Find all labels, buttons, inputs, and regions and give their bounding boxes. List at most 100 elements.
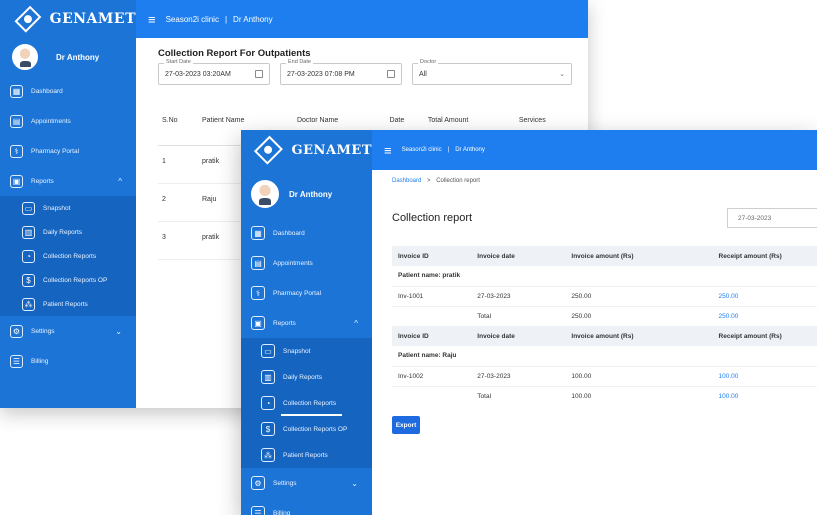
brand-name: GENAMET bbox=[291, 142, 372, 158]
sidebar-item-label: Daily Reports bbox=[43, 228, 83, 236]
sidebar-item-daily-reports[interactable]: ▥ Daily Reports bbox=[0, 220, 136, 244]
column-header: Invoice amount (Rs) bbox=[565, 246, 713, 266]
pharmacy-icon: ⚕ bbox=[251, 286, 265, 300]
total-row: Total 250.00 250.00 bbox=[392, 305, 817, 326]
sidebar-item-appointments[interactable]: ▤ Appointments bbox=[241, 248, 372, 278]
sidebar-item-reports[interactable]: ▣ Reports ^ bbox=[241, 308, 372, 338]
reports-icon: ▣ bbox=[251, 316, 265, 330]
genamet-logo-icon bbox=[253, 135, 283, 165]
menu-icon[interactable]: ≡ bbox=[384, 143, 392, 158]
top-bar: ≡ Season2i clinic | Dr Anthony bbox=[136, 0, 588, 38]
sidebar-item-pharmacy[interactable]: ⚕ Pharmacy Portal bbox=[241, 278, 372, 308]
app-screenshot: GENAMET ≡ Season2i clinic | Dr Anthony D… bbox=[0, 0, 817, 515]
sidebar-item-collection-reports-op[interactable]: $ Collection Reports OP bbox=[241, 416, 372, 442]
sidebar-item-label: Dashboard bbox=[31, 87, 63, 95]
avatar bbox=[12, 44, 38, 70]
receipt-amount-link[interactable]: 100.00 bbox=[712, 365, 817, 386]
sidebar-item-reports[interactable]: ▣ Reports ^ bbox=[0, 166, 136, 196]
receipt-amount-link[interactable]: 250.00 bbox=[712, 285, 817, 306]
total-invoice-amount: 100.00 bbox=[565, 385, 713, 406]
sidebar-item-pharmacy[interactable]: ⚕ Pharmacy Portal bbox=[0, 136, 136, 166]
chevron-up-icon: ^ bbox=[354, 318, 358, 328]
page-title: Collection Report For Outpatients bbox=[158, 48, 311, 59]
sidebar-item-label: Billing bbox=[273, 509, 291, 515]
sidebar-item-label: Snapshot bbox=[283, 347, 311, 355]
sidebar-item-collection-reports[interactable]: ◔ Collection Reports bbox=[0, 244, 136, 268]
sidebar-item-settings[interactable]: ⚙ Settings ⌄ bbox=[241, 468, 372, 498]
invoice-id: Inv-1002 bbox=[392, 365, 472, 386]
chevron-up-icon: ^ bbox=[118, 176, 122, 186]
sidebar-item-label: Pharmacy Portal bbox=[31, 147, 80, 155]
breadcrumb-current: Collection report bbox=[436, 178, 480, 184]
total-receipt-amount-link[interactable]: 250.00 bbox=[712, 305, 817, 326]
calendar-icon[interactable] bbox=[255, 70, 263, 78]
sidebar-item-label: Settings bbox=[31, 327, 55, 335]
document-icon: $ bbox=[22, 273, 35, 287]
total-label: Total bbox=[471, 385, 566, 406]
doctor-value: All bbox=[419, 70, 427, 78]
dashboard-icon: ▦ bbox=[10, 84, 23, 98]
sidebar-item-label: Daily Reports bbox=[283, 373, 323, 381]
sidebar-item-label: Dashboard bbox=[273, 229, 305, 237]
reports-submenu: ▭ Snapshot ▥ Daily Reports ◔ Collection Rep… bbox=[241, 338, 372, 468]
invoice-amount: 100.00 bbox=[565, 365, 713, 386]
doctor-name: Dr Anthony bbox=[233, 14, 273, 24]
start-date-label: Start Date bbox=[164, 59, 193, 65]
appointments-icon: ▤ bbox=[10, 114, 23, 128]
column-header: Receipt amount (Rs) bbox=[712, 326, 817, 346]
user-name: Dr Anthony bbox=[56, 52, 100, 62]
patient-group-row: Patient name: Raju bbox=[392, 346, 817, 366]
sidebar-item-collection-reports[interactable]: ◔ Collection Reports bbox=[241, 390, 372, 416]
billing-icon: ☰ bbox=[251, 506, 265, 515]
calendar-icon[interactable] bbox=[387, 70, 395, 78]
total-receipt-amount-link[interactable]: 100.00 bbox=[712, 385, 817, 406]
sidebar: Dr Anthony ▦ Dashboard ▤ Appointments ⚕ Pha… bbox=[0, 38, 136, 408]
sidebar-item-dashboard[interactable]: ▦ Dashboard bbox=[0, 76, 136, 106]
sidebar-item-patient-reports[interactable]: ⁂ Patient Reports bbox=[241, 442, 372, 468]
menu-icon[interactable]: ≡ bbox=[148, 12, 156, 27]
user-name: Dr Anthony bbox=[289, 189, 333, 199]
sidebar-item-patient-reports[interactable]: ⁂ Patient Reports bbox=[0, 292, 136, 316]
sidebar-item-billing[interactable]: ☰ Billing bbox=[241, 498, 372, 515]
invoice-date: 27-03-2023 bbox=[471, 365, 566, 386]
sidebar-item-collection-reports-op[interactable]: $ Collection Reports OP bbox=[0, 268, 136, 292]
appointments-icon: ▤ bbox=[251, 256, 265, 270]
topbar-separator: | bbox=[224, 14, 228, 24]
sidebar-item-label: Pharmacy Portal bbox=[273, 289, 322, 297]
sidebar-item-snapshot[interactable]: ▭ Snapshot bbox=[0, 196, 136, 220]
clinic-name: Season2i clinic bbox=[165, 14, 219, 24]
start-date-field[interactable]: Start Date 27-03-2023 03:20AM bbox=[158, 59, 270, 85]
end-date-field[interactable]: End Date 27-03-2023 07:08 PM bbox=[280, 59, 402, 85]
brand-name: GENAMET bbox=[49, 11, 136, 27]
sidebar-item-label: Collection Reports bbox=[283, 399, 337, 407]
export-button[interactable]: Export bbox=[392, 416, 420, 434]
sidebar-item-snapshot[interactable]: ▭ Snapshot bbox=[241, 338, 372, 364]
invoice-id: Inv-1001 bbox=[392, 285, 472, 306]
invoice-amount: 250.00 bbox=[565, 285, 713, 306]
date-field[interactable]: 27-03-2023 bbox=[727, 208, 817, 228]
column-header: S.No bbox=[158, 97, 198, 146]
bar-chart-icon: ▥ bbox=[22, 225, 35, 239]
table-header-row: Invoice ID Invoice date Invoice amount (… bbox=[392, 326, 817, 346]
sidebar-item-dashboard[interactable]: ▦ Dashboard bbox=[241, 218, 372, 248]
chevron-down-icon: ⌄ bbox=[115, 326, 122, 336]
patient-name-label: Patient name: pratik bbox=[398, 272, 461, 280]
sidebar-item-label: Collection Reports bbox=[43, 252, 97, 260]
doctor-select[interactable]: Doctor All ⌄ bbox=[412, 59, 572, 85]
sidebar-item-label: Settings bbox=[273, 479, 297, 487]
patients-icon: ⁂ bbox=[22, 297, 35, 311]
invoice-date: 27-03-2023 bbox=[471, 285, 566, 306]
page-title: Collection report bbox=[392, 212, 473, 224]
sidebar-item-daily-reports[interactable]: ▥ Daily Reports bbox=[241, 364, 372, 390]
sidebar-item-appointments[interactable]: ▤ Appointments bbox=[0, 106, 136, 136]
bar-chart-icon: ▥ bbox=[261, 370, 275, 384]
breadcrumb-dashboard-link[interactable]: Dashboard bbox=[392, 178, 421, 184]
document-icon: $ bbox=[261, 422, 275, 436]
start-date-value: 27-03-2023 03:20AM bbox=[165, 70, 231, 78]
sidebar-item-settings[interactable]: ⚙ Settings ⌄ bbox=[0, 316, 136, 346]
pie-chart-icon: ◔ bbox=[22, 249, 35, 263]
gear-icon: ⚙ bbox=[10, 324, 23, 338]
patient-group-row: Patient name: pratik bbox=[392, 266, 817, 286]
collection-report-window: GENAMET ≡ Season2i clinic | Dr Anthony D… bbox=[241, 130, 817, 515]
sidebar-item-billing[interactable]: ☰ Billing bbox=[0, 346, 136, 376]
